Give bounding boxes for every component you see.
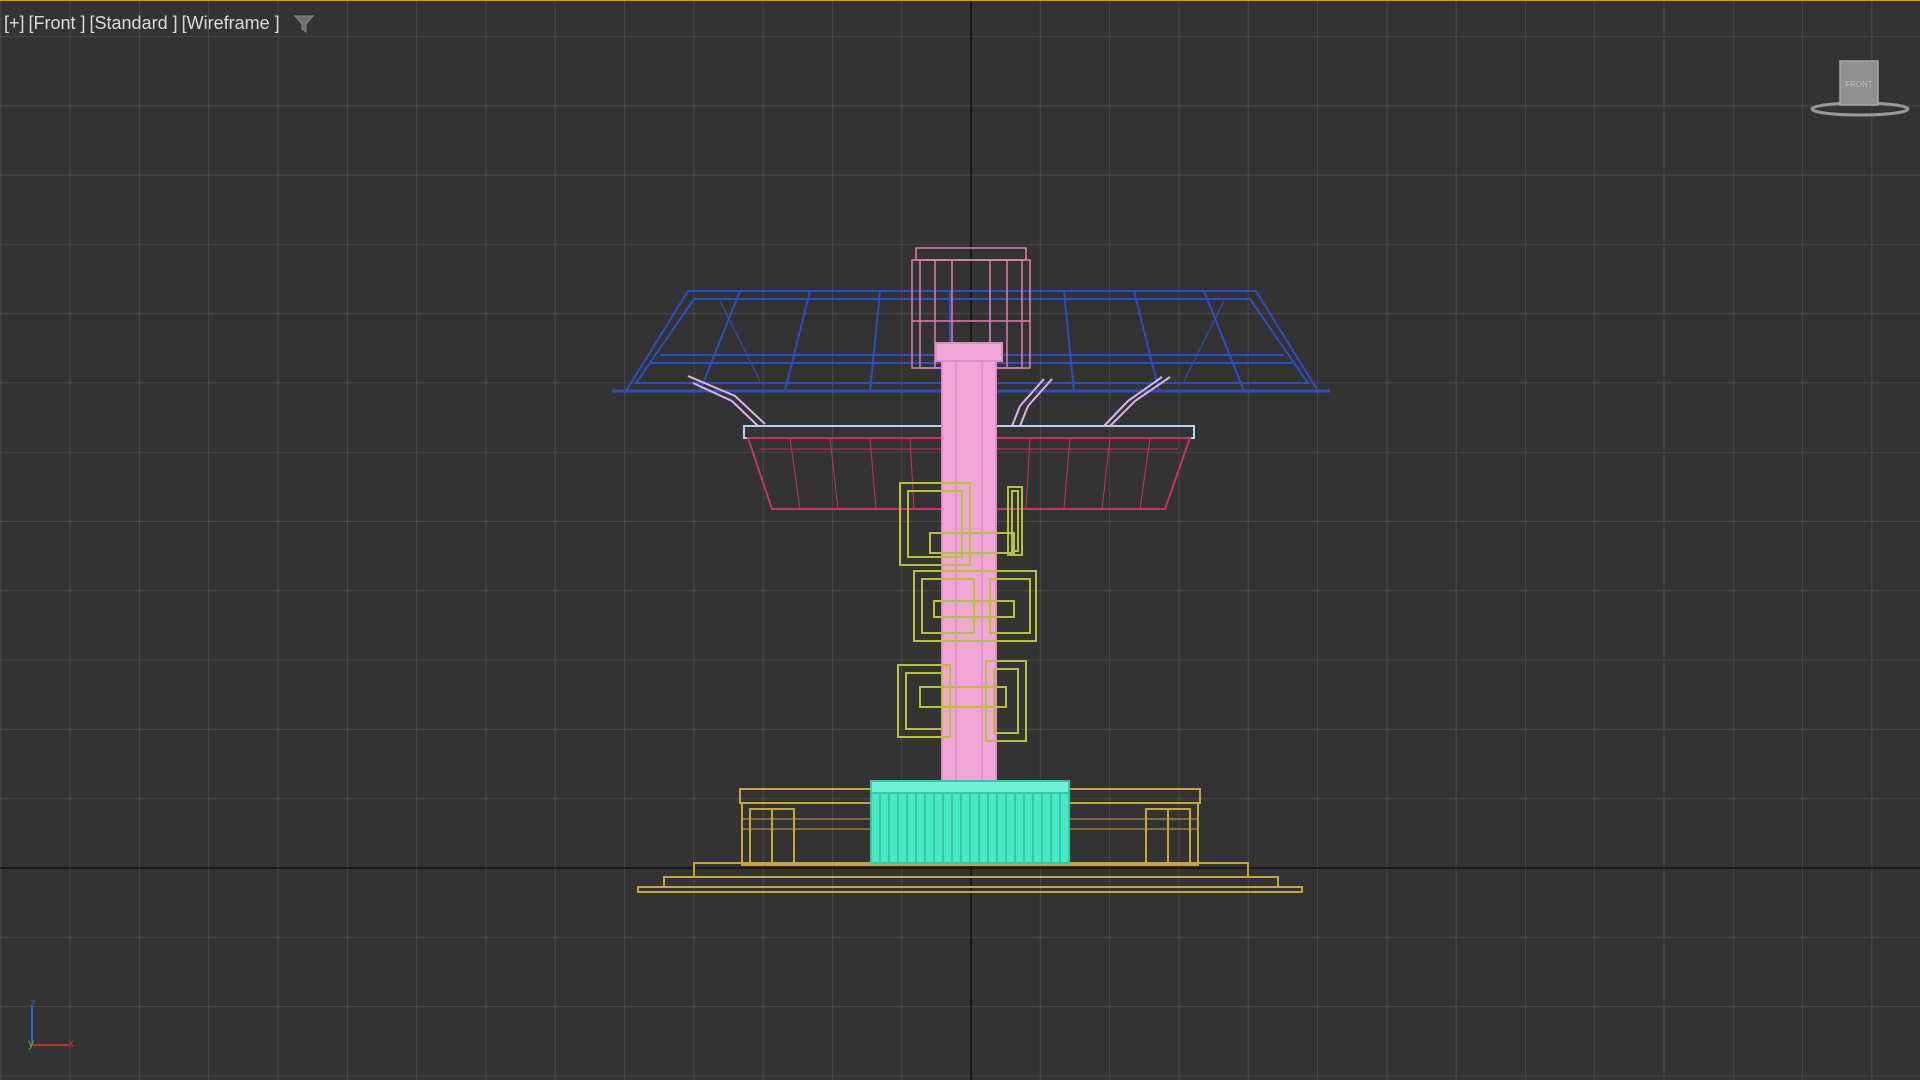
viewport-general-menu[interactable]: [+] xyxy=(4,13,25,34)
axis-label-x: x xyxy=(68,1036,74,1050)
viewcube-face-label: FRONT xyxy=(1845,80,1873,89)
funnel-filter-icon[interactable] xyxy=(293,14,314,34)
viewport-view-menu[interactable]: [Front ] xyxy=(29,13,86,34)
front-viewport[interactable]: [+] [Front ] [Standard ] [Wireframe ] FR… xyxy=(0,0,1920,1080)
axis-label-z: z xyxy=(30,997,36,1010)
viewcube[interactable]: FRONT xyxy=(1808,57,1912,121)
base-center[interactable] xyxy=(870,780,1070,864)
viewport-label-menu[interactable]: [+] [Front ] [Standard ] [Wireframe ] xyxy=(4,13,314,34)
axis-label-y: y xyxy=(28,1036,34,1050)
axis-tripod: z y x xyxy=(28,997,74,1050)
viewport-shading-mode-menu[interactable]: [Wireframe ] xyxy=(182,13,280,34)
wireframe-scene[interactable] xyxy=(0,1,1920,1080)
viewport-shading-preset-menu[interactable]: [Standard ] xyxy=(90,13,178,34)
